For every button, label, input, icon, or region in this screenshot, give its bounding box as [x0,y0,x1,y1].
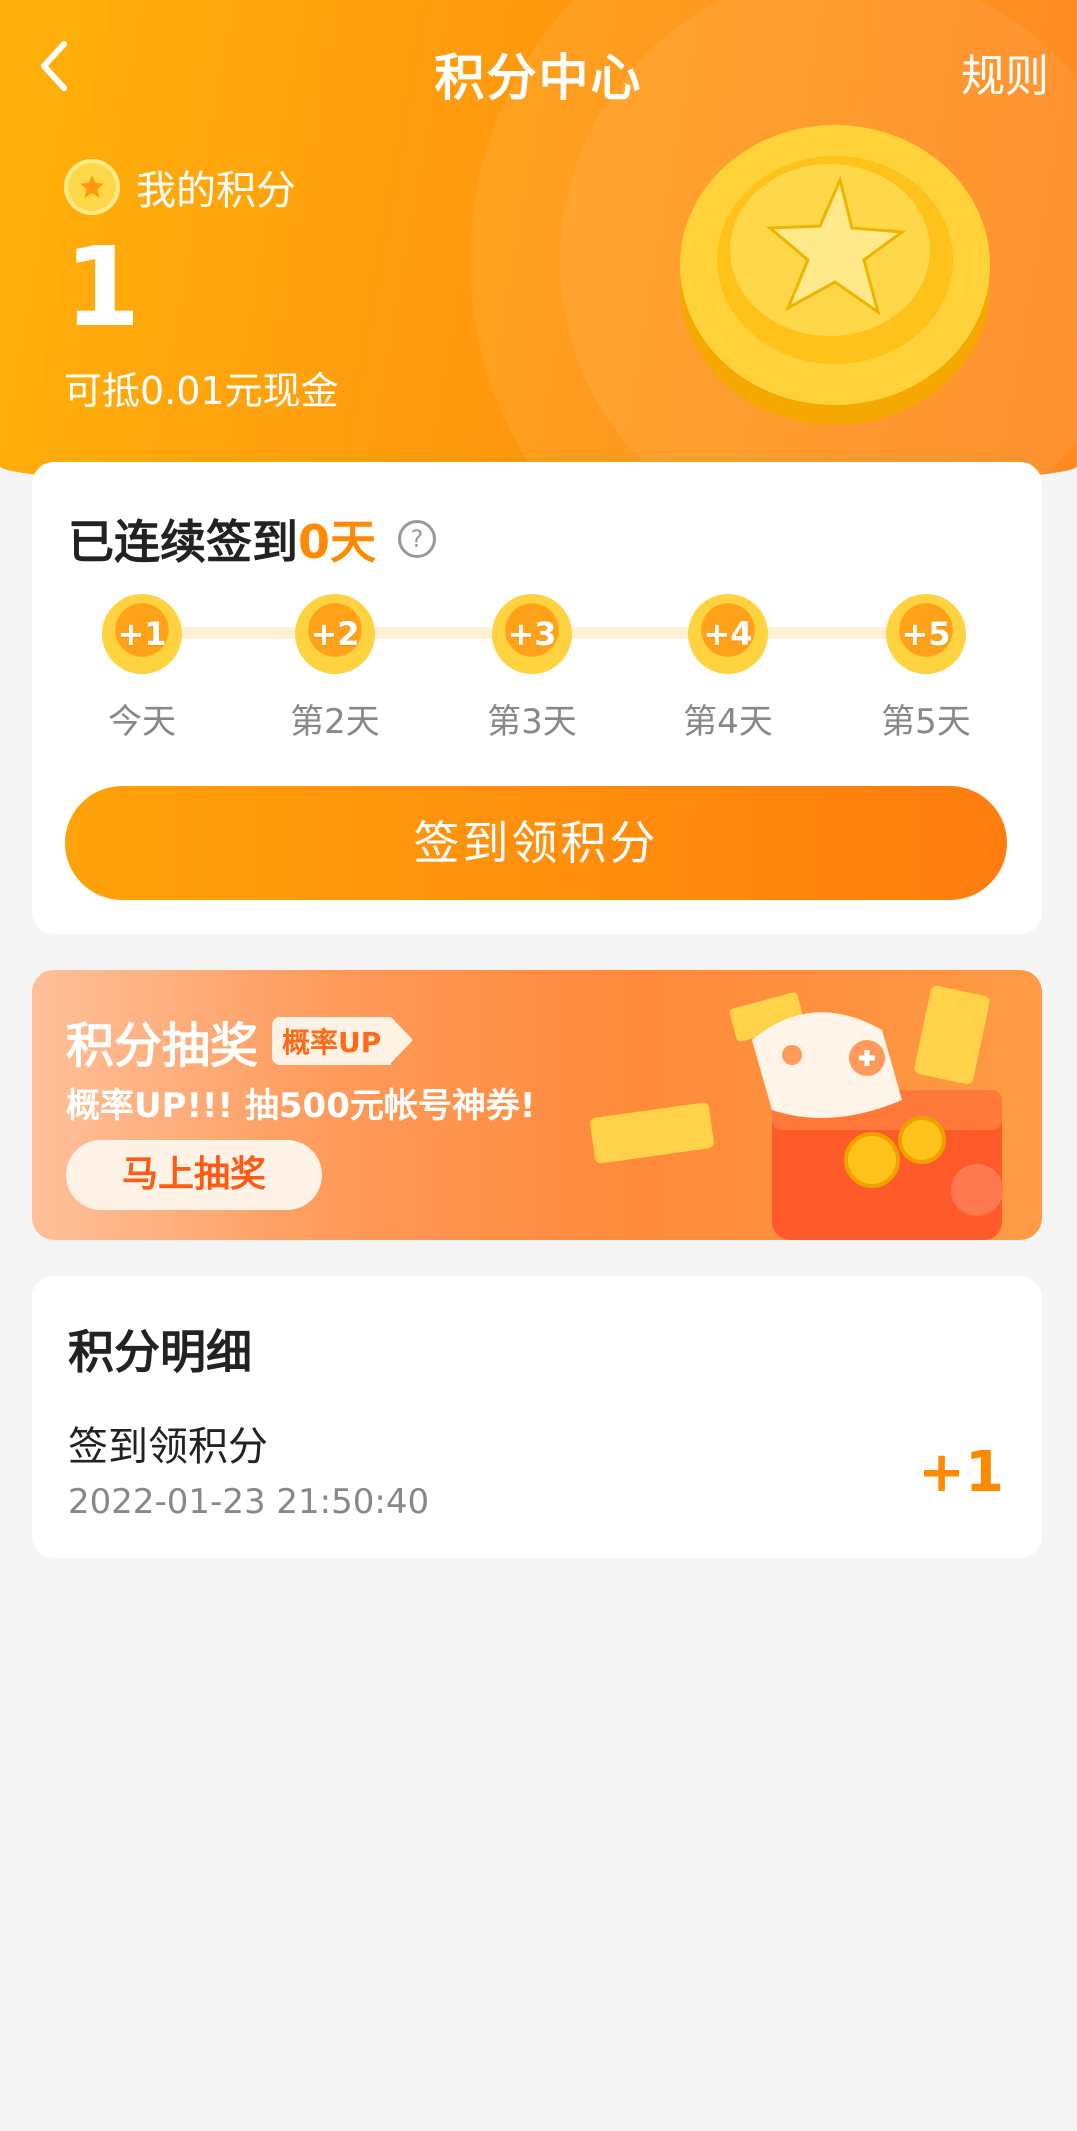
reward-coin: +2 [295,594,375,674]
gold-coin-icon [680,125,990,425]
help-icon[interactable]: ? [398,520,437,558]
day-label: 今天 [108,702,176,742]
draw-now-button[interactable]: 马上抽奖 [66,1140,322,1210]
signin-day: +4 第4天 [658,594,798,743]
streak-days: 0天 [298,515,377,569]
lottery-subtitle: 概率UP!!! 抽500元帐号神券! [66,1086,536,1126]
my-points-header: 我的积分 [64,158,296,216]
header-banner: 积分中心 规则 我的积分 1 可抵0.01元现金 [0,0,1077,490]
my-points-label: 我的积分 [136,168,296,214]
signin-streak: 已连续签到 0天 ? [68,506,437,572]
record-name: 签到领积分 [68,1424,268,1470]
reward-coin: +1 [102,594,182,674]
signin-day: +1 今天 [72,594,212,743]
detail-title: 积分明细 [68,1325,252,1379]
signin-day: +2 第2天 [265,594,405,743]
signin-card: 已连续签到 0天 ? +1 今天 +2 第2天 +3 第3天 +4 第4天 +5… [32,462,1042,934]
reward-coin: +5 [886,594,966,674]
day-label: 第4天 [683,702,773,742]
reward-coin: +4 [688,594,768,674]
day-label: 第3天 [487,702,577,742]
points-balance: 1 [64,223,141,351]
lottery-title-text: 积分抽奖 [66,1018,259,1074]
streak-label: 已连续签到 [68,515,298,569]
cash-equivalent: 可抵0.01元现金 [64,369,339,413]
probability-up-tag: 概率UP [272,1017,414,1065]
lottery-banner[interactable]: 积分抽奖 概率UP 概率UP!!! 抽500元帐号神券! 马上抽奖 [32,970,1042,1240]
points-detail-card: 积分明细 签到领积分 2022-01-23 21:50:40 +1 [32,1276,1042,1558]
signin-day: +3 第3天 [462,594,602,743]
game-gift-illustration [590,985,1003,1240]
day-label: 第5天 [881,702,971,742]
star-icon [64,159,120,215]
reward-coin: +3 [492,594,572,674]
day-label: 第2天 [290,702,380,742]
rules-button[interactable]: 规则 [961,40,1049,104]
record-amount: +1 [918,1440,1004,1505]
signin-day: +5 第5天 [856,594,996,743]
record-time: 2022-01-23 21:50:40 [68,1482,430,1522]
signin-button[interactable]: 签到领积分 [65,786,1007,900]
lottery-title: 积分抽奖 概率UP [66,1006,414,1076]
